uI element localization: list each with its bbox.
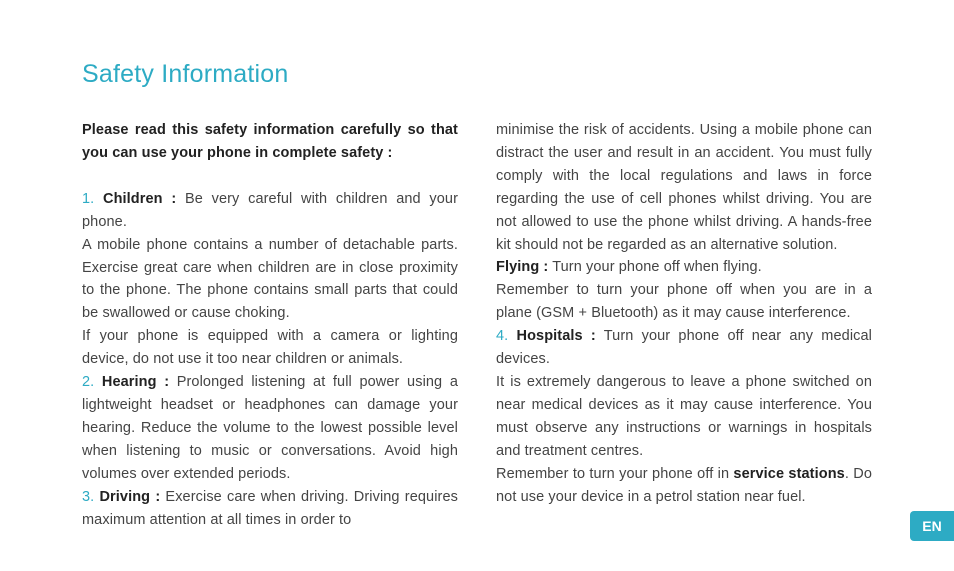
list-number-1: 1. (82, 191, 94, 207)
language-badge: EN (910, 511, 954, 541)
column-right: minimise the risk of accidents. Using a … (496, 119, 872, 531)
item-driving: 3. Driving : Exercise care when driving.… (82, 486, 458, 532)
item-flying: Flying : Turn your phone off when flying… (496, 256, 872, 279)
flying-text-2: Remember to turn your phone off when you… (496, 279, 872, 325)
children-label: Children : (103, 191, 176, 207)
item-hospitals: 4. Hospitals : Turn your phone off near … (496, 325, 872, 371)
service-stations-label: service stations (733, 466, 844, 482)
hospitals-text-2: It is extremely dangerous to leave a pho… (496, 371, 872, 463)
item-hearing: 2. Hearing : Prolonged listening at full… (82, 371, 458, 486)
list-number-3: 3. (82, 489, 94, 505)
list-number-2: 2. (82, 374, 94, 390)
document-page: Safety Information Please read this safe… (0, 0, 954, 571)
children-text-2: A mobile phone contains a number of deta… (82, 234, 458, 326)
page-title: Safety Information (82, 60, 872, 89)
item-children: 1. Children : Be very careful with child… (82, 188, 458, 234)
column-left: Please read this safety information care… (82, 119, 458, 531)
hearing-label: Hearing : (102, 374, 169, 390)
item-service-stations: Remember to turn your phone off in servi… (496, 463, 872, 509)
driving-text-2: minimise the risk of accidents. Using a … (496, 119, 872, 256)
content-columns: Please read this safety information care… (82, 119, 872, 531)
flying-text-1: Turn your phone off when flying. (548, 259, 761, 275)
service-text-pre: Remember to turn your phone off in (496, 466, 733, 482)
intro-text: Please read this safety information care… (82, 119, 458, 165)
flying-label: Flying : (496, 259, 548, 275)
driving-label: Driving : (99, 489, 160, 505)
children-text-3: If your phone is equipped with a camera … (82, 325, 458, 371)
hearing-text-1: Prolonged listening at full power using … (82, 374, 458, 482)
list-number-4: 4. (496, 328, 508, 344)
hospitals-label: Hospitals : (517, 328, 596, 344)
